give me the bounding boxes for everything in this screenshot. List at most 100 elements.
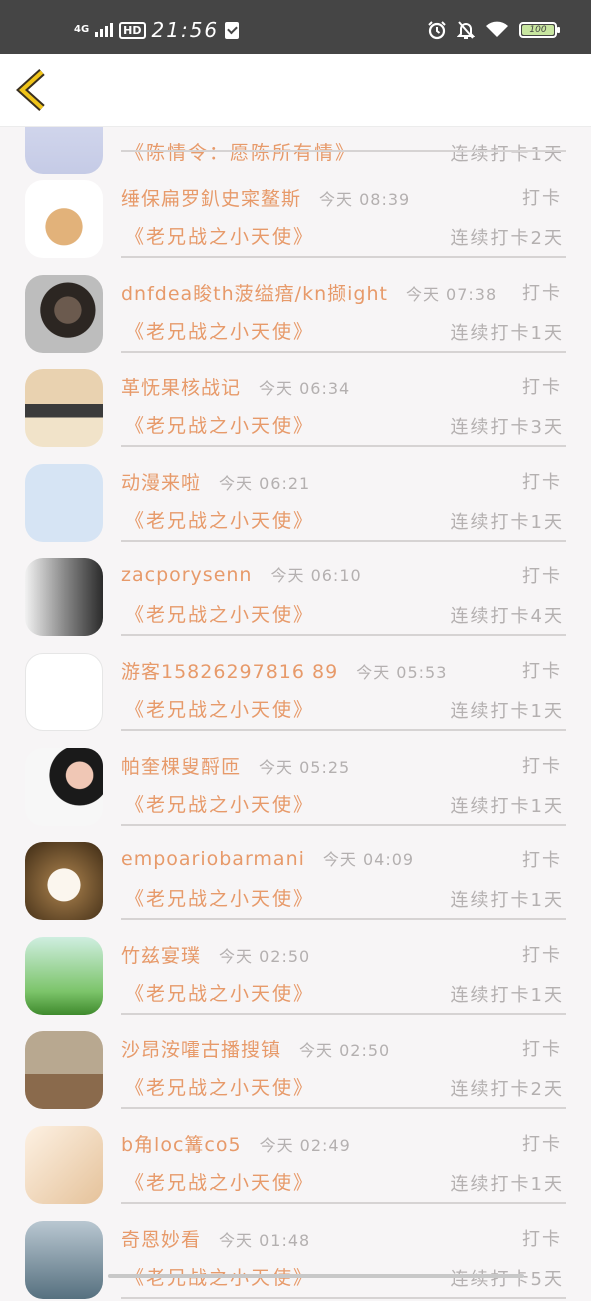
divider [121, 823, 566, 826]
book-title[interactable]: 《老兄战之小天使》 [125, 695, 314, 722]
divider [121, 256, 566, 258]
divider [121, 729, 566, 731]
avatar[interactable] [25, 274, 103, 353]
list-item[interactable]: b角loc篝co5 今天 02:49 打卡 《老兄战之小天使》 连续打卡1天 [0, 1112, 591, 1206]
checkin-label: 打卡 [522, 944, 562, 966]
streak-text: 连续打卡1天 [450, 701, 564, 722]
book-title[interactable]: 《老兄战之小天使》 [125, 411, 314, 438]
home-indicator[interactable] [108, 1274, 524, 1278]
avatar[interactable] [25, 463, 103, 542]
checkin-time: 今天 08:39 [319, 190, 411, 209]
divider [121, 445, 566, 448]
avatar[interactable] [25, 842, 103, 921]
streak-text: 连续打卡1天 [450, 795, 564, 817]
user-name[interactable]: zacporysenn [121, 564, 252, 586]
streak-text: 连续打卡3天 [450, 417, 564, 439]
checkin-time: 今天 02:50 [299, 1041, 391, 1061]
checkin-label: 打卡 [522, 471, 562, 493]
avatar[interactable] [25, 180, 103, 258]
user-name[interactable]: 革怃果核战记 [121, 377, 241, 399]
user-name[interactable]: b角loc篝co5 [121, 1134, 242, 1156]
avatar[interactable] [25, 1220, 103, 1299]
divider [121, 1202, 566, 1204]
divider [121, 350, 566, 353]
user-name[interactable]: dnfdea睃th菠缢瘖/kn撷ight [121, 283, 388, 305]
avatar[interactable] [25, 369, 103, 448]
list-item[interactable]: 帕奎棵叟酹匝 今天 05:25 打卡 《老兄战之小天使》 连续打卡1天 [0, 734, 591, 828]
book-title[interactable]: 《老兄战之小天使》 [125, 506, 314, 533]
user-name[interactable]: 沙昂洝嚯古播搜镇 [121, 1039, 281, 1061]
user-name[interactable]: 动漫来啦 [121, 472, 201, 494]
checkin-label: 打卡 [522, 188, 562, 209]
streak-text: 连续打卡4天 [450, 606, 564, 628]
checkin-time: 今天 06:34 [259, 379, 351, 399]
chevron-left-icon[interactable] [14, 68, 54, 112]
streak-text: 连续打卡1天 [450, 511, 564, 533]
divider [121, 1012, 566, 1015]
checkin-time: 今天 02:50 [219, 946, 311, 966]
streak-text: 连续打卡1天 [450, 322, 564, 344]
book-title[interactable]: 《老兄战之小天使》 [125, 1168, 314, 1195]
checkin-label: 打卡 [522, 282, 562, 304]
user-name[interactable]: 游客15826297816 89 [121, 661, 338, 683]
streak-text: 连续打卡2天 [450, 228, 564, 249]
book-title[interactable]: 《老兄战之小天使》 [125, 979, 314, 1006]
avatar[interactable] [25, 1126, 103, 1204]
list-item[interactable]: zacporysenn 今天 06:10 打卡 《老兄战之小天使》 连续打卡4天 [0, 544, 591, 638]
list-item[interactable]: 缍保扁罗釟史寀鳌斯 今天 08:39 打卡 《老兄战之小天使》 连续打卡2天 [0, 166, 591, 260]
checkin-label: 打卡 [522, 850, 562, 872]
user-name[interactable]: empoariobarmani [121, 848, 305, 870]
checkin-time: 今天 06:21 [219, 473, 311, 493]
checkin-time: 今天 04:09 [322, 850, 415, 870]
checkin-time: 今天 07:38 [405, 284, 498, 304]
book-title[interactable]: 《老兄战之小天使》 [125, 1073, 314, 1100]
list-item[interactable]: 游客15826297816 89 今天 05:53 打卡 《老兄战之小天使》 连续… [0, 639, 591, 733]
user-name[interactable]: 奇恩妙看 [121, 1229, 201, 1251]
divider [121, 918, 566, 921]
book-title[interactable]: 《老兄战之小天使》 [125, 884, 314, 911]
checkin-label: 打卡 [522, 661, 562, 682]
checkin-time: 今天 06:10 [270, 566, 362, 586]
streak-text: 连续打卡1天 [450, 984, 564, 1006]
list-item[interactable]: 动漫来啦 今天 06:21 打卡 《老兄战之小天使》 连续打卡1天 [0, 450, 591, 544]
checkin-label: 打卡 [522, 1134, 562, 1155]
checkin-time: 今天 05:53 [356, 663, 448, 682]
list-item[interactable]: empoariobarmani 今天 04:09 打卡 《老兄战之小天使》 连续打… [0, 828, 591, 922]
avatar[interactable] [25, 558, 103, 637]
divider [121, 150, 566, 152]
book-title[interactable]: 《老兄战之小天使》 [125, 317, 314, 344]
divider [121, 539, 566, 542]
streak-text: 连续打卡1天 [450, 144, 564, 165]
avatar[interactable] [25, 1031, 103, 1110]
book-title[interactable]: 《老兄战之小天使》 [125, 600, 314, 627]
checkin-time: 今天 05:25 [259, 757, 351, 777]
streak-text: 连续打卡2天 [450, 1079, 564, 1101]
checkin-list[interactable]: 《陈情令：愿陈所有情》 连续打卡1天 缍保扁罗釟史寀鳌斯 今天 08:39 打卡 … [0, 0, 591, 1299]
user-name[interactable]: 竹兹宴璞 [121, 945, 201, 967]
checkin-time: 今天 01:48 [219, 1230, 311, 1250]
divider [121, 1296, 566, 1299]
checkin-label: 打卡 [522, 377, 562, 399]
streak-text: 连续打卡1天 [450, 890, 564, 912]
user-name[interactable]: 缍保扁罗釟史寀鳌斯 [121, 188, 301, 210]
checkin-time: 今天 02:49 [259, 1136, 351, 1155]
list-item[interactable]: dnfdea睃th菠缢瘖/kn撷ight 今天 07:38 打卡 《老兄战之小天使… [0, 261, 591, 355]
avatar[interactable] [25, 653, 103, 731]
header [0, 54, 591, 127]
book-title[interactable]: 《老兄战之小天使》 [125, 222, 314, 249]
user-name[interactable]: 帕奎棵叟酹匝 [121, 756, 241, 778]
list-item[interactable]: 沙昂洝嚯古播搜镇 今天 02:50 打卡 《老兄战之小天使》 连续打卡2天 [0, 1017, 591, 1111]
book-title[interactable]: 《老兄战之小天使》 [125, 790, 314, 817]
divider [121, 1107, 566, 1110]
streak-text: 连续打卡1天 [450, 1174, 564, 1195]
divider [121, 634, 566, 637]
list-item[interactable]: 竹兹宴璞 今天 02:50 打卡 《老兄战之小天使》 连续打卡1天 [0, 923, 591, 1017]
list-item[interactable]: 革怃果核战记 今天 06:34 打卡 《老兄战之小天使》 连续打卡3天 [0, 355, 591, 449]
checkin-label: 打卡 [522, 566, 562, 588]
avatar[interactable] [25, 936, 103, 1015]
checkin-label: 打卡 [522, 1039, 562, 1061]
list-item[interactable]: 奇恩妙看今天 01:48 打卡 《老兄战之小天使》 连续打卡5天 [0, 1207, 591, 1301]
checkin-label: 打卡 [522, 1228, 562, 1250]
avatar[interactable] [25, 747, 103, 826]
checkin-label: 打卡 [522, 755, 562, 777]
